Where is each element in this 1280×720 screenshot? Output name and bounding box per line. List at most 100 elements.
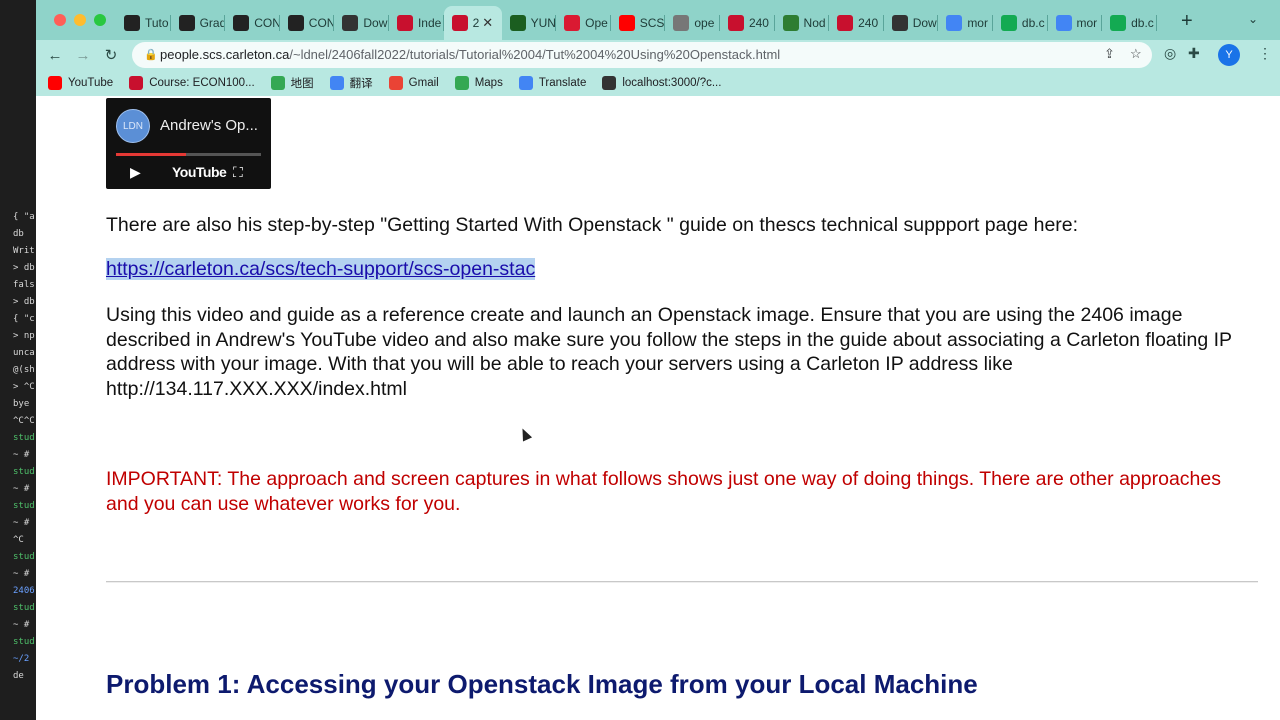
- close-window-button[interactable]: [54, 14, 66, 26]
- tab-label: 240: [858, 16, 879, 30]
- bookmark-item[interactable]: localhost:3000/?c...: [602, 76, 721, 90]
- minimize-window-button[interactable]: [74, 14, 86, 26]
- bookmark-label: localhost:3000/?c...: [622, 77, 722, 89]
- terminal-line: 2406: [13, 586, 35, 596]
- mongodb-icon: [1000, 15, 1017, 31]
- carleton-shield-icon: [396, 15, 413, 31]
- translate-icon: [329, 76, 344, 90]
- close-tab-icon[interactable]: ✕: [482, 15, 493, 31]
- terminal-line: @(sh: [13, 365, 35, 375]
- terminal-line: ^C^C: [13, 416, 35, 426]
- browser-tab[interactable]: Ope: [556, 6, 611, 40]
- d2l-icon: [287, 15, 304, 31]
- bookmark-item[interactable]: Course: ECON100...: [129, 76, 255, 90]
- youtube-video-embed[interactable]: LDN Andrew's Op... ▶ YouTube ⛶: [106, 98, 271, 189]
- new-tab-button[interactable]: +: [1181, 10, 1193, 33]
- browser-tab[interactable]: db.c: [993, 6, 1048, 40]
- browser-tab[interactable]: Inde: [389, 6, 444, 40]
- terminal-line: ~ #: [13, 620, 30, 630]
- bookmark-item[interactable]: 翻译: [329, 75, 373, 91]
- background-terminal: { "a db Writ > db fals > db { "c > np unca @(sh > …: [0, 0, 36, 720]
- profile-avatar[interactable]: Y: [1218, 44, 1240, 66]
- browser-tab[interactable]: SCS: [611, 6, 666, 40]
- bookmark-item[interactable]: YouTube: [48, 76, 113, 90]
- maps-pin-icon: [270, 76, 285, 90]
- tab-search-chevron-icon[interactable]: ⌄: [1248, 12, 1258, 26]
- share-icon[interactable]: ⇪: [1104, 46, 1115, 62]
- terminal-line: ~ #: [13, 484, 30, 494]
- browser-tab[interactable]: ope: [665, 6, 720, 40]
- back-button[interactable]: ←: [44, 44, 66, 66]
- carleton-shield-icon: [451, 15, 468, 31]
- tab-label: SCS: [639, 16, 665, 30]
- terminal-line: unca: [13, 348, 35, 358]
- bookmark-item[interactable]: Gmail: [388, 76, 439, 90]
- tabs: Tuto Grad CON CON Dow Inde 2 ✕ YUN Ope SCS ope 240 No…: [116, 6, 1157, 40]
- browser-tab[interactable]: Nod: [775, 6, 830, 40]
- browser-tab[interactable]: 2 ✕: [443, 6, 502, 40]
- tab-label: YUN: [530, 16, 556, 30]
- browser-tab[interactable]: 240: [720, 6, 775, 40]
- instructions-paragraph: Using this video and guide as a referenc…: [106, 304, 1232, 400]
- google-icon: [946, 15, 963, 31]
- browser-tab[interactable]: Grad: [171, 6, 225, 40]
- browser-tab[interactable]: CON: [225, 6, 280, 40]
- browser-tab[interactable]: db.c: [1102, 6, 1157, 40]
- channel-avatar[interactable]: LDN: [116, 109, 150, 143]
- bookmark-item[interactable]: 地图: [270, 75, 314, 91]
- url-text[interactable]: people.scs.carleton.ca/~ldnel/2406fall20…: [160, 47, 780, 62]
- lock-icon[interactable]: 🔒: [144, 48, 158, 61]
- browser-tab[interactable]: Dow: [884, 6, 939, 40]
- mouse-cursor-icon: [517, 426, 533, 442]
- terminal-line: > db: [13, 297, 35, 307]
- browser-tab[interactable]: CON: [280, 6, 334, 40]
- terminal-line: > np: [13, 331, 35, 341]
- youtube-logo[interactable]: YouTube: [172, 164, 227, 180]
- menu-kebab-icon[interactable]: ⋮: [1258, 45, 1272, 62]
- terminal-line: stud: [13, 603, 35, 613]
- fullscreen-icon[interactable]: ⛶: [233, 164, 243, 181]
- tab-label: Ope: [585, 16, 608, 30]
- tab-label: Nod: [803, 16, 826, 30]
- google-icon: [1055, 15, 1072, 31]
- problem-heading: Problem 1: Accessing your Openstack Imag…: [106, 669, 978, 699]
- globe-icon: [673, 15, 690, 31]
- browser-tab[interactable]: Tuto: [116, 6, 171, 40]
- tab-label: Dow: [912, 16, 937, 30]
- mongodb-icon: [1110, 15, 1127, 31]
- bookmark-label: Gmail: [408, 77, 439, 89]
- terminal-line: bye: [13, 399, 30, 409]
- bookmark-item[interactable]: Maps: [454, 76, 503, 90]
- terminal-line: { "a: [13, 212, 35, 222]
- extension-circle-icon[interactable]: ◎: [1164, 45, 1176, 62]
- globe-icon: [602, 76, 617, 90]
- tab-label: CON: [254, 16, 280, 30]
- browser-tab[interactable]: YUN: [502, 6, 557, 40]
- bookmark-item[interactable]: Translate: [518, 76, 586, 90]
- browser-tab[interactable]: mor: [938, 6, 993, 40]
- extensions-puzzle-icon[interactable]: ✚: [1188, 45, 1200, 62]
- address-bar[interactable]: 🔒 people.scs.carleton.ca/~ldnel/2406fall…: [132, 42, 1152, 68]
- video-progress-bar[interactable]: [116, 153, 261, 156]
- tab-label: 2: [472, 16, 480, 30]
- bookmark-label: 地图: [290, 78, 314, 90]
- terminal-line: de: [13, 671, 24, 681]
- openstack-icon: [564, 15, 581, 31]
- maximize-window-button[interactable]: [94, 14, 106, 26]
- browser-tab[interactable]: 240: [829, 6, 884, 40]
- bookmark-star-icon[interactable]: ☆: [1130, 46, 1142, 62]
- tab-label: Tuto: [145, 16, 169, 30]
- terminal-line: stud: [13, 637, 35, 647]
- youtube-icon: [48, 76, 62, 90]
- terminal-line: stud: [13, 467, 35, 477]
- reload-button[interactable]: ↻: [100, 44, 122, 66]
- carleton-shield-icon: [129, 76, 144, 90]
- browser-tab[interactable]: mor: [1048, 6, 1103, 40]
- video-title[interactable]: Andrew's Op...: [160, 117, 258, 134]
- forward-button[interactable]: →: [72, 44, 94, 66]
- guide-link[interactable]: https://carleton.ca/scs/tech-support/scs…: [106, 258, 536, 280]
- terminal-line: ~ #: [13, 569, 30, 579]
- browser-tab[interactable]: Dow: [334, 6, 389, 40]
- play-icon[interactable]: ▶: [130, 164, 141, 181]
- url-path: /~ldnel/2406fall2022/tutorials/Tutorial%…: [289, 47, 781, 62]
